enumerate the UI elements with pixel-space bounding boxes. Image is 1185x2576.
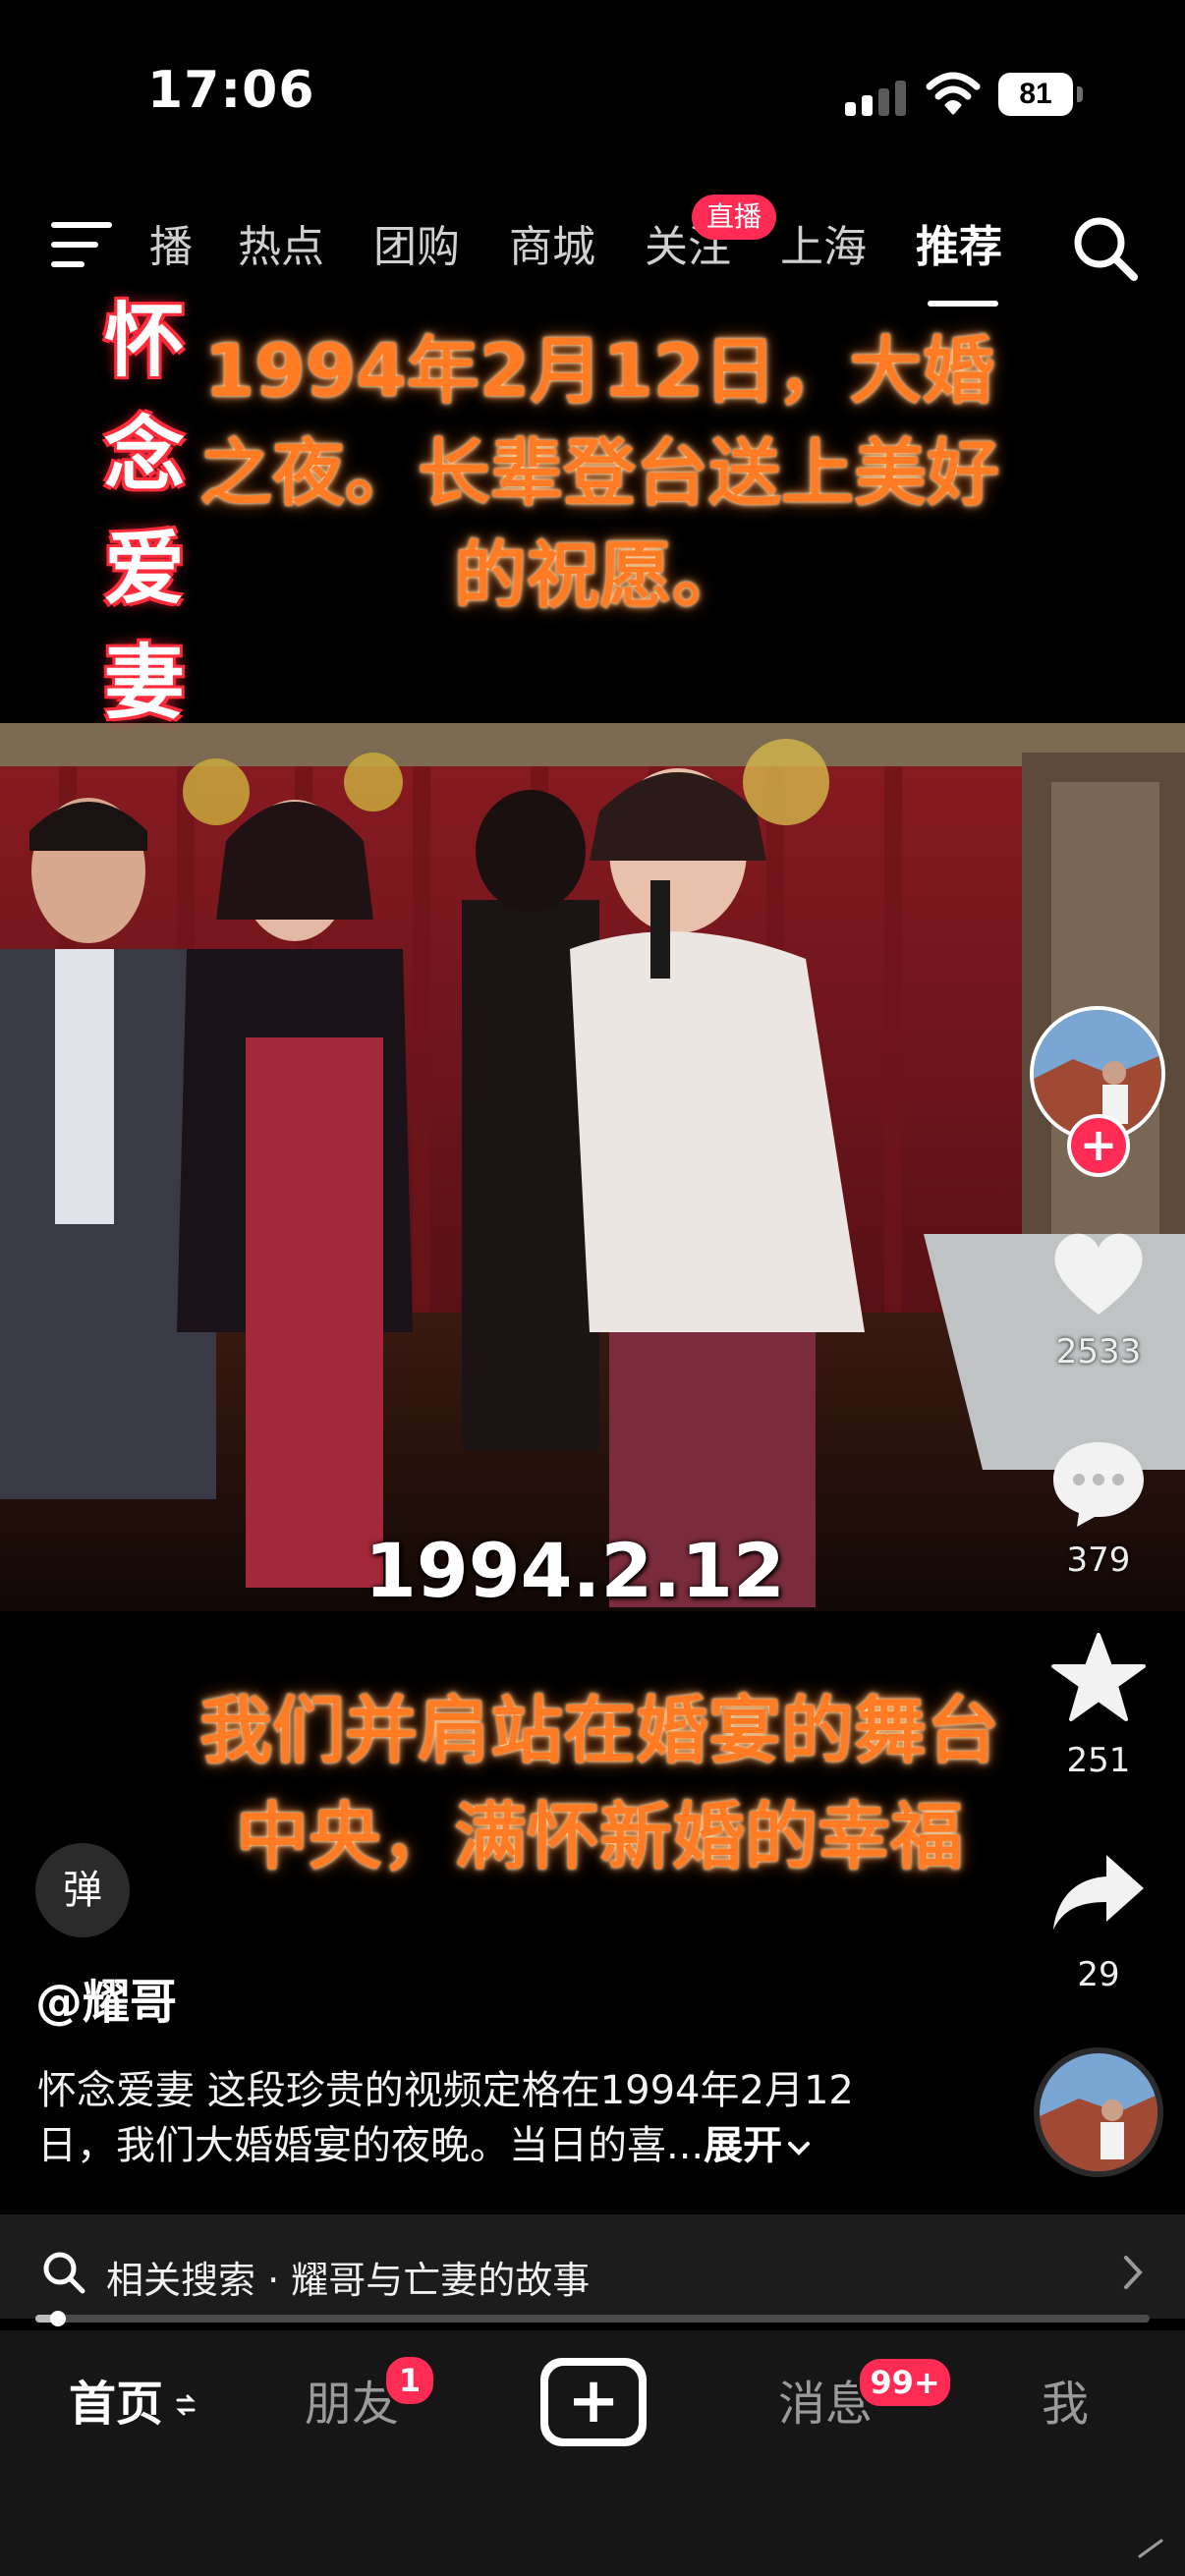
caption-bottom: 我们并肩站在婚宴的舞台中央，满怀新婚的幸福 bbox=[199, 1689, 999, 1879]
live-badge: 直播 bbox=[692, 195, 776, 240]
description-line-2: 日，我们大婚婚宴的夜晚。当日的喜...展开 bbox=[37, 2118, 981, 2173]
tab-recommended[interactable]: 推荐 bbox=[916, 218, 1002, 277]
favorite-count: 251 bbox=[1066, 1741, 1131, 1780]
nav-home[interactable]: 首页 bbox=[69, 2372, 163, 2436]
video-scene bbox=[0, 723, 1185, 1611]
video-date-stamp: 1994.2.12 bbox=[365, 1527, 785, 1614]
tab-mall[interactable]: 商城 bbox=[509, 218, 595, 277]
video-progress-bar[interactable] bbox=[35, 2315, 1150, 2323]
side-title: 怀念爱妻 bbox=[103, 295, 185, 730]
follow-button[interactable]: + bbox=[1067, 1114, 1130, 1177]
expand-button[interactable]: 展开 bbox=[704, 2123, 782, 2168]
music-disc[interactable] bbox=[1034, 2047, 1163, 2177]
tab-bo[interactable]: 播 bbox=[149, 218, 193, 277]
home-indicator bbox=[1138, 2539, 1163, 2558]
nav-me[interactable]: 我 bbox=[1042, 2372, 1089, 2436]
danmaku-button[interactable]: 弹 bbox=[35, 1843, 130, 1937]
friends-badge: 1 bbox=[383, 2354, 436, 2407]
chevron-down-icon bbox=[788, 2142, 811, 2156]
menu-icon[interactable] bbox=[51, 222, 112, 269]
description-line-1: 怀念爱妻 这段珍贵的视频定格在1994年2月12 bbox=[37, 2068, 854, 2113]
caption-top: 1994年2月12日，大婚之夜。长辈登台送上美好的祝愿。 bbox=[199, 329, 999, 618]
messages-badge: 99+ bbox=[857, 2356, 953, 2409]
refresh-icon[interactable] bbox=[175, 2391, 197, 2419]
status-time: 17:06 bbox=[147, 61, 315, 120]
like-heart-icon[interactable] bbox=[1049, 1226, 1148, 1320]
wifi-icon bbox=[926, 72, 981, 115]
tab-shanghai[interactable]: 上海 bbox=[780, 218, 867, 277]
related-search-icon bbox=[43, 2252, 85, 2294]
related-search-label: 相关搜索 · 耀哥与亡妻的故事 bbox=[106, 2259, 591, 2302]
like-count: 2533 bbox=[1055, 1332, 1142, 1372]
plus-icon: + bbox=[567, 2365, 620, 2437]
video-frame[interactable] bbox=[0, 723, 1185, 1611]
chevron-right-icon bbox=[1124, 2256, 1143, 2289]
favorite-star-icon[interactable] bbox=[1049, 1631, 1148, 1725]
video-description[interactable]: 怀念爱妻 这段珍贵的视频定格在1994年2月12 日，我们大婚婚宴的夜晚。当日的… bbox=[37, 2063, 981, 2173]
battery-cap bbox=[1077, 86, 1083, 102]
tab-hotspot[interactable]: 热点 bbox=[238, 218, 324, 277]
search-icon[interactable] bbox=[1071, 214, 1140, 283]
share-arrow-icon[interactable] bbox=[1049, 1847, 1148, 1941]
battery-icon: 81 bbox=[998, 73, 1073, 116]
description-line-2-text: 日，我们大婚婚宴的夜晚。当日的喜... bbox=[37, 2123, 705, 2168]
video-progress-knob[interactable] bbox=[50, 2311, 66, 2326]
comment-count: 379 bbox=[1066, 1540, 1131, 1580]
music-disc-image bbox=[1040, 2053, 1157, 2171]
share-count: 29 bbox=[1077, 1955, 1120, 1994]
tab-group-buy[interactable]: 团购 bbox=[373, 218, 460, 277]
active-tab-indicator bbox=[928, 301, 998, 307]
author-handle[interactable]: @耀哥 bbox=[35, 1963, 177, 2032]
signal-icon bbox=[845, 81, 908, 116]
comment-icon[interactable] bbox=[1049, 1434, 1148, 1529]
